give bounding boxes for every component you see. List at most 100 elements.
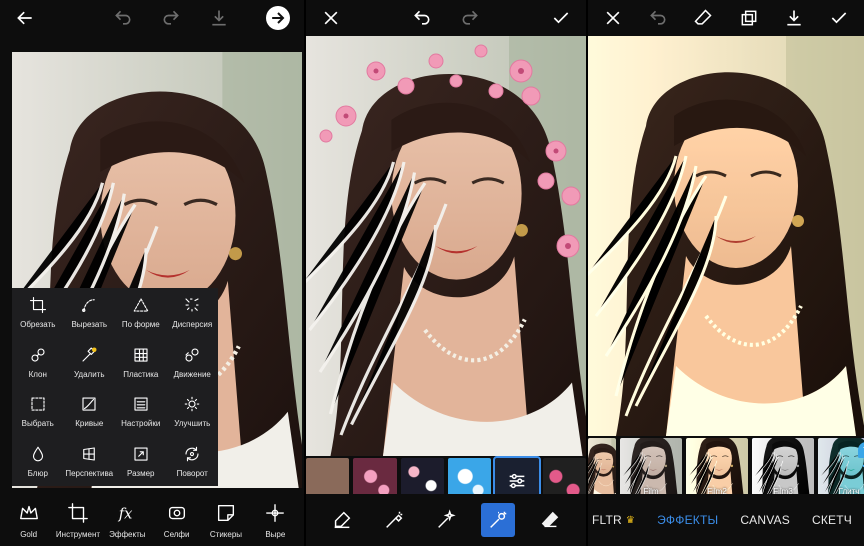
brush-erase-icon[interactable] [325,503,359,537]
tool-stretch[interactable]: Пластика [115,338,167,388]
enhance-icon [184,396,200,412]
category-tab[interactable]: ЭФФЕКТЫ [657,513,718,527]
tool-label: Поворот [176,468,208,478]
apply-check-icon[interactable] [550,7,572,29]
redo-icon[interactable] [160,7,182,29]
category-tab[interactable]: CANVAS [740,513,790,527]
undo-icon[interactable] [411,7,433,29]
tool-label: Вырезать [71,320,108,330]
sticker-top-toolbar [306,0,586,36]
tool-label: Выбрать [21,419,54,429]
tool-enhance[interactable]: Улучшить [167,387,219,437]
resize-icon [134,447,148,461]
tool-label: Размер [127,468,155,478]
photo-canvas-stickers[interactable] [306,36,586,456]
magic-brush-icon[interactable] [377,503,411,537]
sparkle-brush-icon[interactable] [429,503,463,537]
effect-preview [588,438,616,500]
undo-icon[interactable] [112,7,134,29]
tool-label: Клон [28,369,47,379]
photo-canvas-effects[interactable] [588,36,864,436]
tool-rotate[interactable]: Поворот [167,437,219,487]
tool-free-crop[interactable]: Вырезать [64,288,116,338]
tool-perspective[interactable]: Перспектива [64,437,116,487]
tool-select[interactable]: Выбрать [12,387,64,437]
category-label: FLTR [592,513,622,527]
nav-crown[interactable]: Gold [4,502,53,539]
nav-tool-crop[interactable]: Инструмент [53,502,102,539]
download-icon[interactable] [208,7,230,29]
crown-icon: ♛ [625,514,636,526]
cutout-icon [266,503,285,522]
editor-tools-panel: Обрезать Вырезать По форме Дисперсия Клон Уда… [0,0,304,546]
try-badge: Try [858,442,864,458]
blur-icon [32,446,43,462]
nav-sticker[interactable]: Стикеры [201,502,250,539]
close-icon[interactable] [602,7,624,29]
tool-adjust[interactable]: Настройки [115,387,167,437]
selfie-icon [168,506,185,519]
eraser-icon[interactable] [533,503,567,537]
perspective-icon [83,447,96,461]
tool-curves[interactable]: Кривые [64,387,116,437]
effects-top-toolbar [588,0,864,36]
effect-thumb[interactable]: ГлитчTry [818,438,864,500]
tool-clone[interactable]: Клон [12,338,64,388]
category-tab[interactable]: СКЕТЧ [812,513,852,527]
category-label: СКЕТЧ [811,513,852,527]
compare-icon[interactable] [738,7,760,29]
effect-thumb[interactable]: Film [620,438,682,500]
free-crop-icon [82,299,96,313]
clone-icon [31,348,45,362]
stickers-brush-icon[interactable] [481,503,515,537]
tool-blur[interactable]: Блюр [12,437,64,487]
undo-icon[interactable] [647,7,669,29]
flower-stickers-overlay[interactable] [306,36,586,456]
tools-grid: Обрезать Вырезать По форме Дисперсия Клон Уда… [12,288,218,486]
effect-categories-bar: FLTR ♛ ЭФФЕКТЫ CANVAS СКЕТЧ [588,494,864,546]
redo-icon[interactable] [459,7,481,29]
motion-icon [185,348,199,362]
tool-shape-crop[interactable]: По форме [115,288,167,338]
tool-label: Дисперсия [172,320,213,330]
portrait-photo [588,36,864,436]
apply-check-icon[interactable] [828,7,850,29]
tool-motion[interactable]: Движение [167,338,219,388]
tool-label: Удалить [73,369,105,379]
nav-label: Селфи [163,529,190,539]
dispersion-icon [185,298,199,312]
effect-thumb[interactable] [588,438,616,500]
tool-label: Пластика [123,369,159,379]
nav-label: Выре [265,529,286,539]
next-arrow-icon[interactable] [266,6,290,30]
close-icon[interactable] [320,7,342,29]
category-label: ЭФФЕКТЫ [657,513,719,527]
top-toolbar [0,0,304,36]
category-tab[interactable]: FLTR ♛ [592,513,635,527]
tool-label: Движение [173,369,211,379]
tool-label: Блюр [27,468,48,478]
nav-cutout[interactable]: Выре [251,502,300,539]
tool-dispersion[interactable]: Дисперсия [167,288,219,338]
tool-crop-icon [68,502,88,523]
tool-label: Настройки [121,419,161,429]
nav-label: Эффекты [109,529,146,539]
rotate-icon [185,446,199,462]
tool-remove[interactable]: Удалить [64,338,116,388]
main-bottom-bar: Gold Инструмент fx Эффекты Селфи Стикеры Выре [0,494,304,546]
tool-label: Улучшить [174,419,211,429]
download-icon[interactable] [783,7,805,29]
tool-resize[interactable]: Размер [115,437,167,487]
eraser-icon[interactable] [692,7,714,29]
stretch-icon [134,348,148,362]
sticker-editor-panel [306,0,586,546]
tool-crop[interactable]: Обрезать [12,288,64,338]
effect-thumb[interactable]: Film3 [752,438,814,500]
effects-panel: FilmFilm2Film3ГлитчTry FLTR♛ ЭФФЕКТЫ CANVA… [588,0,864,546]
nav-fx[interactable]: fx Эффекты [103,502,152,539]
back-arrow-icon[interactable] [14,7,36,29]
nav-selfie[interactable]: Селфи [152,502,201,539]
effect-thumb[interactable]: Film2 [686,438,748,500]
brush-bottom-bar [306,494,586,546]
shape-crop-icon [133,298,149,312]
